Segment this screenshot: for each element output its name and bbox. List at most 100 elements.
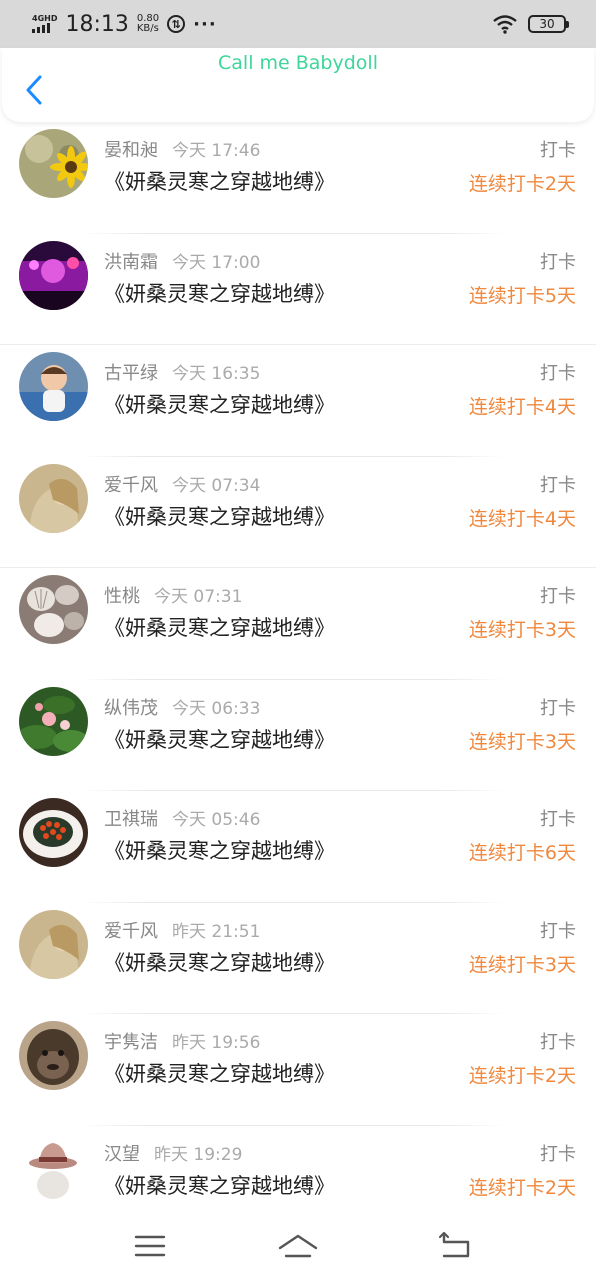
book-title: 《妍桑灵寒之穿越地缚》 xyxy=(104,616,335,640)
checkin-tag: 打卡 xyxy=(540,1032,576,1053)
checkin-tag: 打卡 xyxy=(540,697,576,719)
shells-avatar[interactable] xyxy=(19,575,88,644)
book-title: 《妍桑灵寒之穿越地缚》 xyxy=(104,170,335,194)
checkin-time: 昨天 19:29 xyxy=(154,1144,243,1165)
user-name-line: 古平绿 今天 16:35 xyxy=(104,359,260,385)
speed-unit: KB/s xyxy=(136,23,159,34)
user-name: 爱千风 xyxy=(104,474,158,496)
more-dots-icon: ··· xyxy=(193,13,217,35)
list-item[interactable]: 古平绿 今天 16:35 《妍桑灵寒之穿越地缚》 打卡 连续打卡4天 xyxy=(0,345,596,457)
user-name: 纵伟茂 xyxy=(104,697,158,719)
sunflower-avatar[interactable] xyxy=(19,129,88,198)
back-button[interactable] xyxy=(20,72,48,108)
checkin-time: 今天 06:33 xyxy=(172,698,261,719)
checkin-tag: 打卡 xyxy=(540,140,576,161)
checkin-time: 今天 07:31 xyxy=(154,587,243,607)
checkin-time: 今天 07:34 xyxy=(172,475,261,496)
hat-avatar[interactable] xyxy=(19,1132,88,1202)
streak-label: 连续打卡2天 xyxy=(468,173,576,195)
list-item[interactable]: 卫祺瑞 今天 05:46 《妍桑灵寒之穿越地缚》 打卡 连续打卡6天 xyxy=(0,791,596,903)
checkin-time: 今天 17:00 xyxy=(172,252,261,273)
user-name: 宇隽洁 xyxy=(104,1032,158,1053)
page-title: Call me Babydoll xyxy=(218,52,378,74)
streak-label: 连续打卡2天 xyxy=(468,1065,576,1087)
streak-label: 连续打卡2天 xyxy=(468,1176,576,1199)
checkin-list-page: 4GHD 18:13 0.80 KB/s ⇅ ··· 30 Call me Ba… xyxy=(0,0,596,1280)
book-title: 《妍桑灵寒之穿越地缚》 xyxy=(104,1062,335,1086)
list-item[interactable]: 爱千风 昨天 21:51 《妍桑灵寒之穿越地缚》 打卡 连续打卡3天 xyxy=(0,903,596,1014)
checkin-time: 昨天 21:51 xyxy=(172,921,261,942)
checkin-tag: 打卡 xyxy=(540,920,576,942)
clock: 18:13 xyxy=(65,11,129,37)
home-icon xyxy=(278,1234,318,1258)
streak-label: 连续打卡5天 xyxy=(468,284,576,307)
user-name: 爱千风 xyxy=(104,920,158,942)
user-name-line: 汉望 昨天 19:29 xyxy=(104,1140,242,1166)
list-item[interactable]: 宇隽洁 昨天 19:56 《妍桑灵寒之穿越地缚》 打卡 连续打卡2天 xyxy=(0,1014,596,1126)
checkin-tag: 打卡 xyxy=(540,251,576,273)
back-nav-button[interactable] xyxy=(436,1228,476,1264)
list-item[interactable]: 洪南霜 今天 17:00 《妍桑灵寒之穿越地缚》 打卡 连续打卡5天 xyxy=(0,234,596,345)
book-title: 《妍桑灵寒之穿越地缚》 xyxy=(104,504,335,529)
checkin-tag: 打卡 xyxy=(540,474,576,496)
user-name-line: 纵伟茂 今天 06:33 xyxy=(104,694,260,720)
checkin-tag: 打卡 xyxy=(540,586,576,607)
ape-avatar[interactable] xyxy=(19,1021,88,1090)
battery-icon: 30 xyxy=(528,15,569,33)
user-name-line: 爱千风 今天 07:34 xyxy=(104,471,260,497)
status-bar: 4GHD 18:13 0.80 KB/s ⇅ ··· 30 xyxy=(0,0,596,48)
chevron-left-icon xyxy=(26,75,42,105)
baby-avatar[interactable] xyxy=(19,352,88,421)
checkin-tag: 打卡 xyxy=(540,809,576,830)
streak-label: 连续打卡3天 xyxy=(468,953,576,976)
user-name-line: 晏和昶 今天 17:46 xyxy=(104,136,260,162)
user-name: 晏和昶 xyxy=(104,140,158,161)
checkin-time: 今天 17:46 xyxy=(172,141,261,161)
concert-avatar[interactable] xyxy=(19,240,88,310)
network-type: 4GHD xyxy=(32,14,58,23)
system-nav-bar xyxy=(0,1210,596,1280)
girl-avatar[interactable] xyxy=(19,909,88,979)
streak-label: 连续打卡6天 xyxy=(468,842,576,864)
list-item[interactable]: 性桃 今天 07:31 《妍桑灵寒之穿越地缚》 打卡 连续打卡3天 xyxy=(0,568,596,680)
streak-label: 连续打卡3天 xyxy=(468,730,576,753)
streak-label: 连续打卡4天 xyxy=(468,396,576,418)
checkin-tag: 打卡 xyxy=(540,363,576,384)
menu-button[interactable] xyxy=(130,1228,170,1264)
streak-label: 连续打卡3天 xyxy=(468,619,576,641)
user-name-line: 洪南霜 今天 17:00 xyxy=(104,248,260,274)
list-item[interactable]: 晏和昶 今天 17:46 《妍桑灵寒之穿越地缚》 打卡 连续打卡2天 xyxy=(0,122,596,234)
list-item[interactable]: 纵伟茂 今天 06:33 《妍桑灵寒之穿越地缚》 打卡 连续打卡3天 xyxy=(0,680,596,791)
user-name: 卫祺瑞 xyxy=(104,809,158,830)
list-item[interactable]: 爱千风 今天 07:34 《妍桑灵寒之穿越地缚》 打卡 连续打卡4天 xyxy=(0,457,596,568)
status-right: 30 xyxy=(492,14,569,34)
wifi-icon xyxy=(493,15,517,34)
girl-avatar[interactable] xyxy=(19,463,88,533)
network-speed: 0.80 KB/s xyxy=(137,14,159,34)
menu-icon xyxy=(134,1235,166,1257)
signal-bars xyxy=(32,23,50,33)
checkin-tag: 打卡 xyxy=(540,1143,576,1165)
user-name-line: 性桃 今天 07:31 xyxy=(104,582,242,608)
user-name: 洪南霜 xyxy=(104,251,158,273)
user-name: 古平绿 xyxy=(104,363,158,384)
book-title: 《妍桑灵寒之穿越地缚》 xyxy=(104,727,335,752)
dish-avatar[interactable] xyxy=(19,798,88,867)
checkin-time: 今天 05:46 xyxy=(172,810,261,830)
checkin-time: 昨天 19:56 xyxy=(172,1033,261,1053)
user-name-line: 卫祺瑞 今天 05:46 xyxy=(104,805,260,831)
app-header: Call me Babydoll xyxy=(2,48,594,122)
home-button[interactable] xyxy=(278,1228,318,1264)
streak-label: 连续打卡4天 xyxy=(468,507,576,530)
book-title: 《妍桑灵寒之穿越地缚》 xyxy=(104,1173,335,1198)
sync-icon: ⇅ xyxy=(167,15,186,33)
book-title: 《妍桑灵寒之穿越地缚》 xyxy=(104,839,335,863)
user-name-line: 宇隽洁 昨天 19:56 xyxy=(104,1028,260,1054)
user-name: 汉望 xyxy=(104,1143,140,1165)
signal-icon: 4GHD xyxy=(32,15,57,33)
checkin-list: 晏和昶 今天 17:46 《妍桑灵寒之穿越地缚》 打卡 连续打卡2天 洪南霜 今天 … xyxy=(0,122,596,1237)
lotus-avatar[interactable] xyxy=(19,686,88,756)
book-title: 《妍桑灵寒之穿越地缚》 xyxy=(104,281,335,306)
status-left: 4GHD 18:13 0.80 KB/s ⇅ ··· xyxy=(32,12,217,37)
checkin-time: 今天 16:35 xyxy=(172,364,261,384)
